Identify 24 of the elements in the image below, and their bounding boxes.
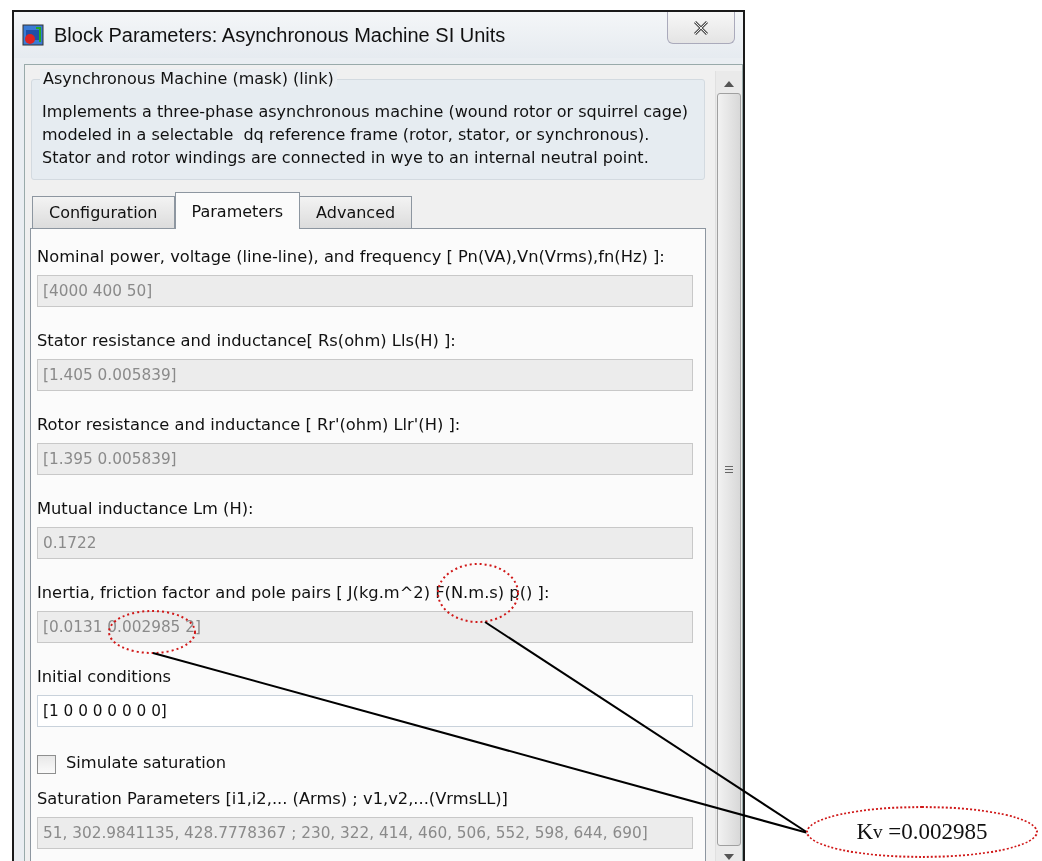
parameter-label: Stator resistance and inductance[ Rs(ohm) Lls(H) ]: — [37, 331, 457, 352]
parameter-field[interactable]: [1 0 0 0 0 0 0 0] — [37, 695, 693, 727]
description-text: Implements a three-phase asynchronous machine (wound rotor or squirrel cage) modeled in a selectable dq reference frame (rotor, stator, or synchronous). Stator and rotor windings are connected in wye to an internal neutral point. — [42, 101, 690, 169]
parameter-label: Inertia, friction factor and pole pairs [ J(kg.m^2) F(N.m.s) p() ]: — [37, 583, 551, 604]
group-title: Asynchronous Machine (mask) (link) — [40, 69, 337, 88]
block-icon — [22, 24, 44, 46]
scrollbar[interactable] — [715, 71, 742, 861]
scroll-down-icon — [724, 854, 734, 860]
tab[interactable]: Parameters — [174, 192, 301, 229]
grip-icon — [725, 466, 733, 473]
window-title: Block Parameters: Asynchronous Machine SI Units — [54, 23, 507, 47]
close-button[interactable] — [667, 12, 735, 44]
tab[interactable]: Advanced — [299, 196, 413, 229]
scroll-thumb[interactable] — [717, 93, 741, 846]
parameter-label: Rotor resistance and inductance [ Rr'(ohm) Llr'(H) ]: — [37, 415, 462, 436]
close-icon — [693, 20, 709, 35]
parameter-label: Mutual inductance Lm (H): — [37, 499, 255, 520]
parameter-label: Initial conditions — [37, 667, 172, 688]
checkbox[interactable] — [37, 754, 56, 774]
checkbox-label: Simulate saturation — [66, 753, 227, 774]
parameter-label: Saturation Parameters [i1,i2,... (Arms) ; v1,v2,...(VrmsLL)] — [37, 789, 509, 810]
tab[interactable]: Configuration — [32, 196, 175, 229]
scroll-up-icon — [724, 81, 734, 87]
parameter-label: Nominal power, voltage (line-line), and frequency [ Pn(VA),Vn(Vrms),fn(Hz) ]: — [37, 247, 666, 268]
